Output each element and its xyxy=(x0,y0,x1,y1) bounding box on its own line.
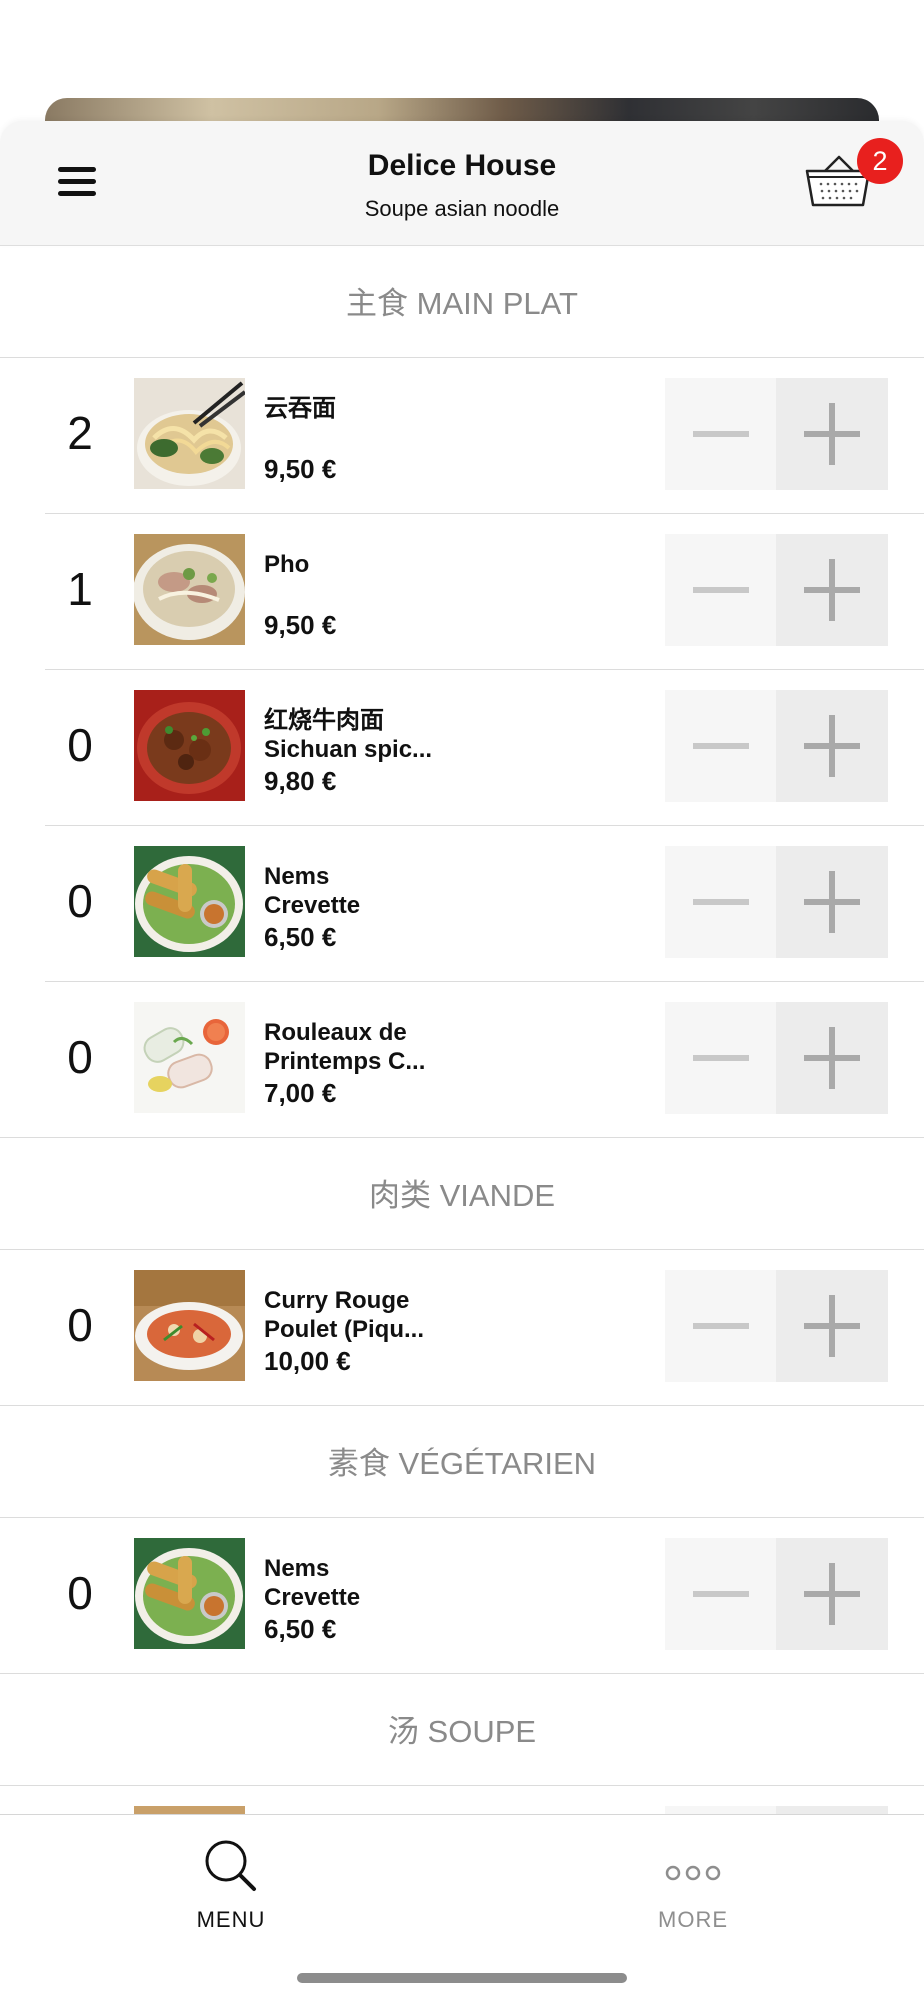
minus-icon xyxy=(693,899,749,905)
section-header-soupe: 汤 SOUPE xyxy=(0,1674,924,1786)
item-price: 6,50 € xyxy=(264,922,337,952)
decrease-button[interactable] xyxy=(665,378,776,490)
section-header-viande: 肉类 VIANDE xyxy=(0,1138,924,1250)
menu-list[interactable]: 主食 MAIN PLAT 2 云吞面 9,50 € 1 Pho 9,50 € 0… xyxy=(0,246,924,1814)
more-dots-icon xyxy=(665,1865,721,1881)
menu-item: 0 Rouleaux de Printemps C... 7,00 € xyxy=(0,982,924,1138)
item-quantity: 1 xyxy=(67,563,93,615)
soup-photo[interactable] xyxy=(134,1806,245,1814)
decrease-button[interactable] xyxy=(665,690,776,802)
increase-button[interactable] xyxy=(776,1270,888,1382)
menu-item xyxy=(0,1786,924,1814)
quantity-stepper xyxy=(665,1538,888,1650)
search-icon xyxy=(205,1840,256,1891)
item-quantity: 0 xyxy=(67,1031,93,1083)
item-quantity: 2 xyxy=(67,407,93,459)
restaurant-subtitle: Soupe asian noodle xyxy=(364,196,560,221)
decrease-button[interactable] xyxy=(665,1806,776,1814)
menu-item: 0 Curry Rouge Poulet (Piqu... 10,00 € xyxy=(0,1250,924,1406)
section-header-main-plat: 主食 MAIN PLAT xyxy=(0,246,924,358)
wonton-noodle-photo[interactable] xyxy=(134,378,245,489)
menu-item: 0 Nems Crevette 6,50 € xyxy=(0,826,924,982)
red-curry-photo[interactable] xyxy=(134,1270,245,1381)
tab-more-label: MORE xyxy=(658,1907,728,1932)
item-quantity: 0 xyxy=(67,1299,93,1351)
fresh-rolls-photo[interactable] xyxy=(134,1002,245,1113)
item-price: 7,00 € xyxy=(264,1078,337,1108)
beef-noodle-photo[interactable] xyxy=(134,690,245,801)
quantity-stepper xyxy=(665,378,888,490)
item-quantity: 0 xyxy=(67,1567,93,1619)
home-indicator xyxy=(297,1973,627,1983)
menu-item: 1 Pho 9,50 € xyxy=(0,514,924,670)
increase-button[interactable] xyxy=(776,846,888,958)
menu-item: 0 红烧牛肉面 Sichuan spic... 9,80 € xyxy=(0,670,924,826)
item-name: Nems Crevette xyxy=(264,1555,361,1611)
decrease-button[interactable] xyxy=(665,846,776,958)
item-quantity: 0 xyxy=(67,875,93,927)
item-name: Rouleaux de Printemps C... xyxy=(264,1019,426,1075)
decrease-button[interactable] xyxy=(665,1002,776,1114)
item-name: Curry Rouge Poulet (Piqu... xyxy=(264,1287,424,1343)
minus-icon xyxy=(693,1323,749,1329)
item-price: 9,50 € xyxy=(264,454,337,484)
tab-menu-label: MENU xyxy=(196,1907,266,1932)
tab-menu[interactable]: MENU xyxy=(0,1815,462,1935)
quantity-stepper xyxy=(665,534,888,646)
item-price: 6,50 € xyxy=(264,1614,337,1644)
minus-icon xyxy=(693,431,749,437)
tab-more[interactable]: MORE xyxy=(462,1815,924,1935)
spring-rolls-photo[interactable] xyxy=(134,1538,245,1649)
minus-icon xyxy=(693,587,749,593)
quantity-stepper xyxy=(665,1002,888,1114)
item-quantity: 0 xyxy=(67,719,93,771)
item-price: 10,00 € xyxy=(264,1346,351,1376)
quantity-stepper xyxy=(665,1270,888,1382)
minus-icon xyxy=(693,743,749,749)
quantity-stepper xyxy=(665,690,888,802)
menu-item: 0 Nems Crevette 6,50 € xyxy=(0,1518,924,1674)
cart-count-badge[interactable]: 2 xyxy=(857,138,903,184)
menu-item: 2 云吞面 9,50 € xyxy=(0,358,924,514)
quantity-stepper xyxy=(665,846,888,958)
item-name: Nems Crevette xyxy=(264,863,361,919)
increase-button[interactable] xyxy=(776,1002,888,1114)
decrease-button[interactable] xyxy=(665,1538,776,1650)
section-header-vegetarien: 素食 VÉGÉTARIEN xyxy=(0,1406,924,1518)
item-price: 9,50 € xyxy=(264,610,337,640)
item-name: Pho xyxy=(264,551,310,578)
decrease-button[interactable] xyxy=(665,1270,776,1382)
app-header: Delice House Soupe asian noodle 2 xyxy=(0,121,924,246)
pho-photo[interactable] xyxy=(134,534,245,645)
item-name: 红烧牛肉面 Sichuan spic... xyxy=(264,707,433,763)
item-price: 9,80 € xyxy=(264,766,337,796)
item-name: 云吞面 xyxy=(264,395,336,422)
increase-button[interactable] xyxy=(776,378,888,490)
minus-icon xyxy=(693,1591,749,1597)
increase-button[interactable] xyxy=(776,1538,888,1650)
increase-button[interactable] xyxy=(776,690,888,802)
decrease-button[interactable] xyxy=(665,534,776,646)
spring-rolls-photo[interactable] xyxy=(134,846,245,957)
minus-icon xyxy=(693,1055,749,1061)
restaurant-title: Delice House xyxy=(367,149,557,182)
increase-button[interactable] xyxy=(776,534,888,646)
increase-button[interactable] xyxy=(776,1806,888,1814)
